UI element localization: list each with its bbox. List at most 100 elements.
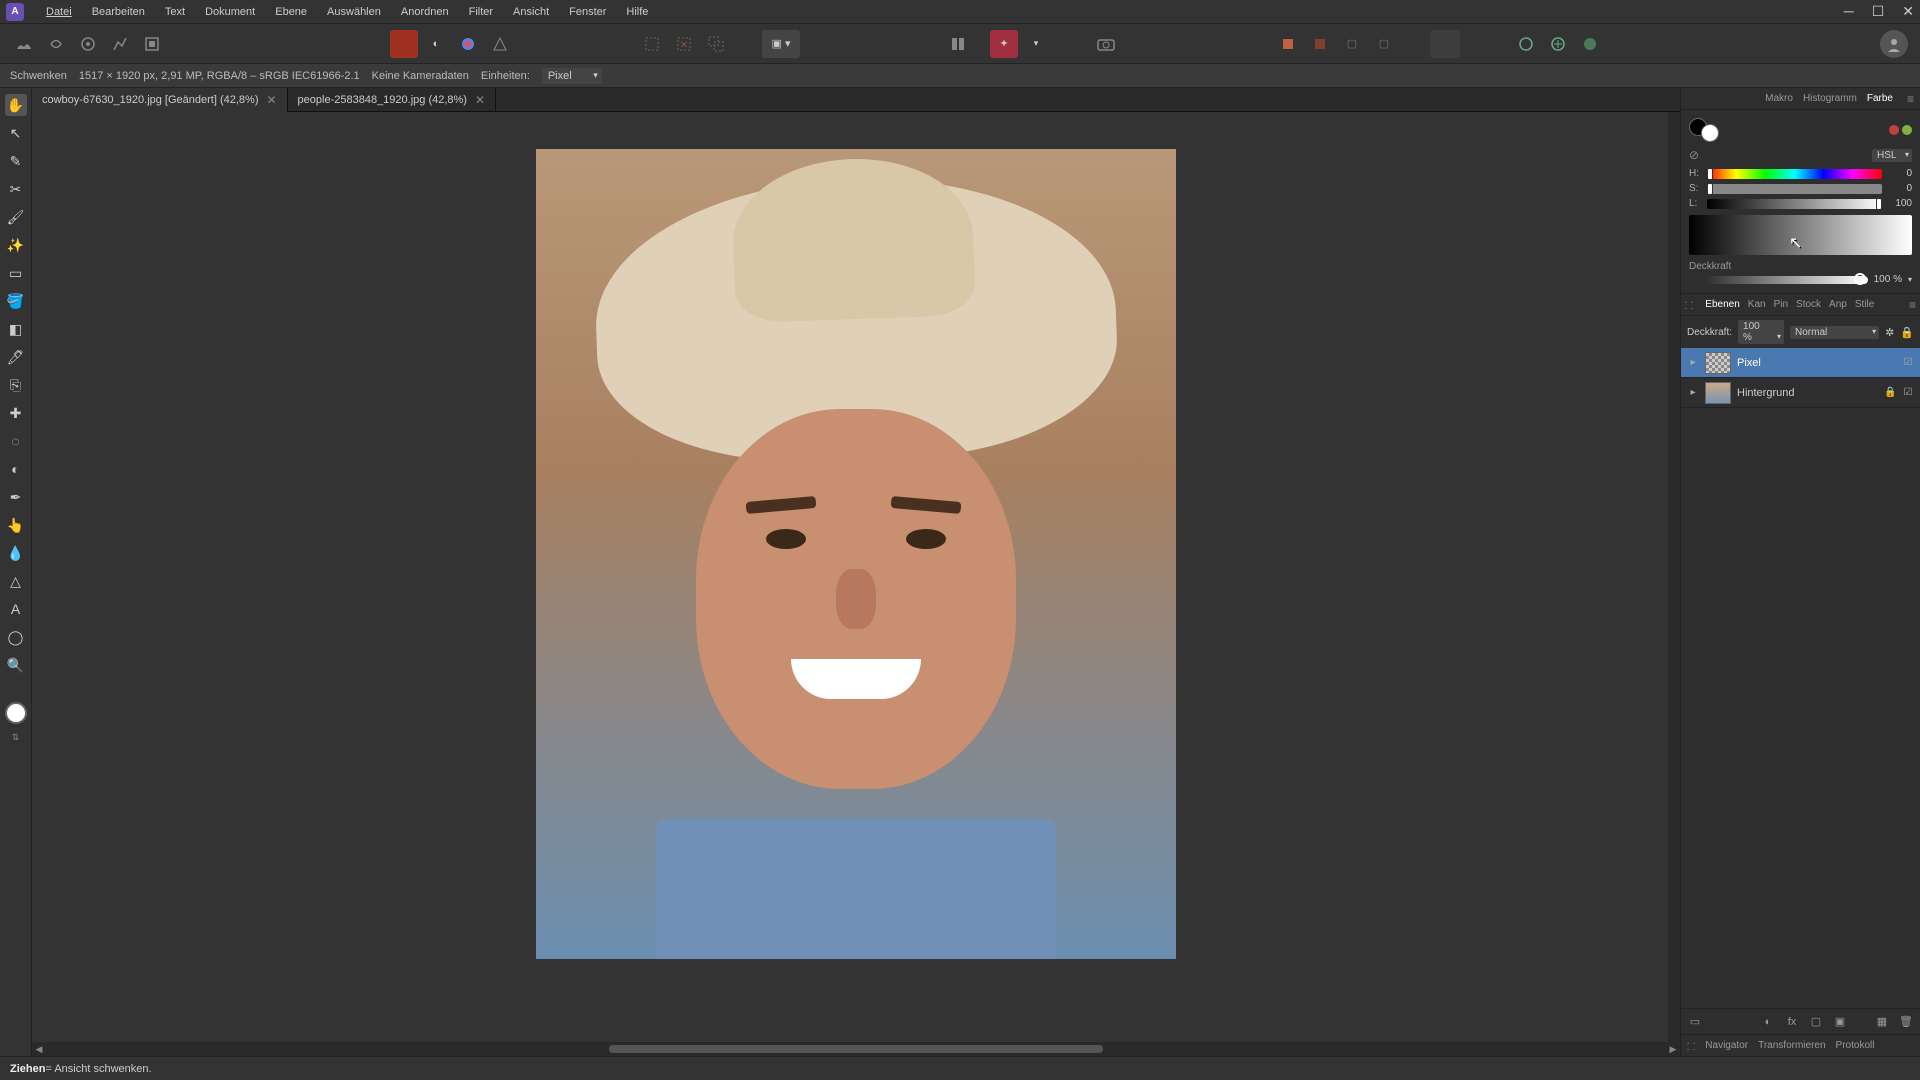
persona-tone-icon[interactable]	[106, 30, 134, 58]
tab-2-close-icon[interactable]: ✕	[475, 88, 485, 112]
tab-protokoll[interactable]: Protokoll	[1836, 1040, 1875, 1051]
move-tool-icon[interactable]: ↖	[5, 122, 27, 144]
marquee-tool-icon[interactable]: ▭	[5, 262, 27, 284]
hue-slider[interactable]: H: 0	[1689, 168, 1912, 179]
color-picker-tool-icon[interactable]: ✎	[5, 150, 27, 172]
selection-brush-tool-icon[interactable]: 🖌	[5, 206, 27, 228]
sync-icon-1[interactable]	[1512, 30, 1540, 58]
crop-dd-icon[interactable]: ▣ ▾	[762, 30, 800, 58]
persona-develop-icon[interactable]	[74, 30, 102, 58]
fg-bg-swatches[interactable]	[1689, 118, 1719, 142]
none-color-icon[interactable]: ⊘	[1689, 148, 1699, 162]
selection-add-icon[interactable]: ✕	[670, 30, 698, 58]
selection-new-icon[interactable]	[638, 30, 666, 58]
layer-opacity-select[interactable]: 100 %	[1738, 320, 1784, 344]
selection-intersect-icon[interactable]	[702, 30, 730, 58]
subtract-layer-icon[interactable]	[1306, 30, 1334, 58]
layer-visibility-icon[interactable]: ☑	[1902, 357, 1914, 369]
tab-stock[interactable]: Stock	[1796, 299, 1821, 310]
opacity-dd-icon[interactable]: ▾	[1908, 275, 1912, 284]
tab-anp[interactable]: Anp	[1829, 299, 1847, 310]
add-pixel-layer-icon[interactable]: ▦	[1874, 1014, 1890, 1030]
wand-tool-icon[interactable]: ✨	[5, 234, 27, 256]
shape-tool-icon[interactable]: ◯	[5, 626, 27, 648]
persona-liquify-icon[interactable]	[42, 30, 70, 58]
sharpen-tool-icon[interactable]: △	[5, 570, 27, 592]
menu-text[interactable]: Text	[155, 0, 195, 24]
layer-expand-icon[interactable]: ▸	[1687, 357, 1699, 369]
text-tool-icon[interactable]: A	[5, 598, 27, 620]
heal-tool-icon[interactable]: ✚	[5, 402, 27, 424]
stamp-tool-icon[interactable]: ⎘	[5, 374, 27, 396]
dodge-tool-icon[interactable]: ◐	[5, 458, 27, 480]
vertical-scrollbar[interactable]	[1668, 112, 1680, 1042]
sync-icon-2[interactable]	[1544, 30, 1572, 58]
menu-hilfe[interactable]: Hilfe	[616, 0, 658, 24]
smudge-tool-icon[interactable]: 👆	[5, 514, 27, 536]
arrange-icon[interactable]	[944, 30, 972, 58]
opacity-slider[interactable]: 100 % ▾	[1689, 274, 1912, 285]
app-icon[interactable]: A	[6, 3, 24, 21]
menu-anordnen[interactable]: Anordnen	[391, 0, 459, 24]
xor-layer-icon[interactable]: ▢	[1370, 30, 1398, 58]
color-panel-menu-icon[interactable]: ≡	[1907, 92, 1914, 106]
layers-panel-menu-icon[interactable]: ≡	[1909, 298, 1916, 312]
tab-transformieren[interactable]: Transformieren	[1758, 1040, 1825, 1051]
tab-kan[interactable]: Kan	[1748, 299, 1766, 310]
zoom-tool-icon[interactable]: 🔍	[5, 654, 27, 676]
lightness-slider[interactable]: L: 100	[1689, 198, 1912, 209]
layer-row-background[interactable]: ▸ Hintergrund 🔒 ☑	[1681, 378, 1920, 408]
layer-lock-indicator-icon[interactable]: 🔒	[1884, 387, 1896, 399]
scroll-left-icon[interactable]: ◀	[32, 1044, 46, 1055]
crop-tool-icon[interactable]: ✂	[5, 178, 27, 200]
layer-lock-icon[interactable]: 🔒	[1900, 326, 1914, 339]
recent-colors[interactable]	[1889, 125, 1912, 135]
autolevels-icon[interactable]: ◐	[422, 30, 450, 58]
layers-collapse-icon[interactable]: ⸬	[1685, 298, 1693, 312]
color-model-select[interactable]: HSL	[1872, 149, 1912, 162]
minimize-icon[interactable]: ─	[1844, 3, 1854, 20]
bottom-collapse-icon[interactable]: ⸬	[1687, 1039, 1695, 1053]
brush-tool-icon[interactable]: 🖊	[5, 346, 27, 368]
canvas[interactable]: ◀ ▶	[32, 112, 1680, 1056]
account-avatar-icon[interactable]	[1880, 30, 1908, 58]
snapshot-icon[interactable]	[1092, 30, 1120, 58]
close-icon[interactable]: ✕	[1902, 3, 1914, 20]
saturation-slider[interactable]: S: 0	[1689, 183, 1912, 194]
tab-pin[interactable]: Pin	[1774, 299, 1788, 310]
tab-stile[interactable]: Stile	[1855, 299, 1874, 310]
layer-row-pixel[interactable]: ▸ Pixel ☑	[1681, 348, 1920, 378]
persona-export-icon[interactable]	[138, 30, 166, 58]
group-layers-icon[interactable]: ▣	[1832, 1014, 1848, 1030]
menu-fenster[interactable]: Fenster	[559, 0, 616, 24]
tab-histogramm[interactable]: Histogramm	[1803, 93, 1857, 104]
add-fx-icon[interactable]: fx	[1784, 1014, 1800, 1030]
layer-fx-icon[interactable]: ✲	[1885, 326, 1894, 339]
eraser-tool-icon[interactable]: ◌	[5, 430, 27, 452]
swap-colors-icon[interactable]: ⇅	[12, 732, 20, 743]
layer-expand-icon-2[interactable]: ▸	[1687, 387, 1699, 399]
tab-1-close-icon[interactable]: ✕	[266, 88, 276, 112]
menu-bearbeiten[interactable]: Bearbeiten	[82, 0, 155, 24]
autocontrast-icon[interactable]	[486, 30, 514, 58]
menu-auswaehlen[interactable]: Auswählen	[317, 0, 391, 24]
add-adjustment-icon[interactable]: ◐	[1760, 1014, 1776, 1030]
layer-visibility-icon-2[interactable]: ☑	[1902, 387, 1914, 399]
blur-tool-icon[interactable]: 💧	[5, 542, 27, 564]
gradient-tool-icon[interactable]: ◧	[5, 318, 27, 340]
tab-makro[interactable]: Makro	[1765, 93, 1793, 104]
tab-navigator[interactable]: Navigator	[1705, 1040, 1748, 1051]
sync-icon-3[interactable]	[1576, 30, 1604, 58]
menu-datei[interactable]: Datei	[36, 0, 82, 24]
document-tab-2[interactable]: people-2583848_1920.jpg (42,8%) ✕	[288, 88, 496, 112]
pen-tool-icon[interactable]: ✒	[5, 486, 27, 508]
hand-tool-icon[interactable]: ✋	[5, 94, 27, 116]
gradient-preview[interactable]: ↖	[1689, 215, 1912, 255]
maximize-icon[interactable]: ☐	[1872, 3, 1885, 20]
menu-filter[interactable]: Filter	[459, 0, 503, 24]
add-mask-icon[interactable]: ▢	[1808, 1014, 1824, 1030]
blend-mode-select[interactable]: Normal	[1790, 326, 1879, 339]
delete-layer-icon[interactable]: 🗑	[1898, 1014, 1914, 1030]
horizontal-scrollbar[interactable]: ◀ ▶	[32, 1042, 1680, 1056]
assist-icon[interactable]: ✦	[990, 30, 1018, 58]
